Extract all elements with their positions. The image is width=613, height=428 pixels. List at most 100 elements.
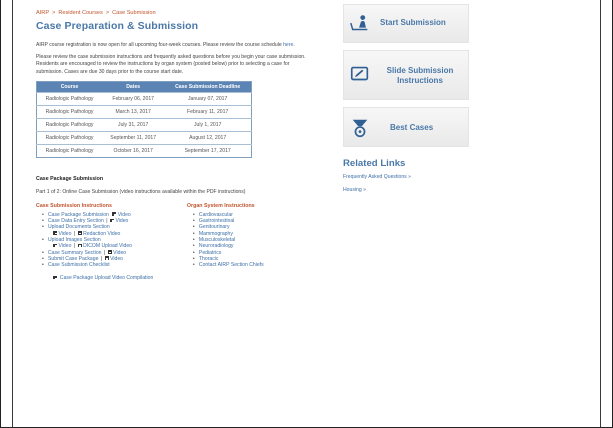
table-row: Radiologic Pathology October 16, 2017 Se… [36,143,252,158]
cell-dates: September 11, 2017 [102,130,165,145]
intro-period: . [293,42,295,48]
video-link[interactable]: Video [118,212,131,218]
best-cases-button[interactable]: Best Cases [343,107,469,147]
column-header-dates: Dates [102,81,165,93]
part-one-line: Part 1 of 2: Online Case Submission (vid… [36,188,246,195]
sidebar: Start Submission Slide Submission Instru… [343,4,469,193]
submit-case-package-link[interactable]: Submit Case Package [48,256,98,262]
schedule-table: Course Dates Case Submission Deadline Ra… [36,80,252,158]
page-frame: AIRP > Resident Courses > Case Submissio… [0,0,613,428]
organ-instructions-column: Organ System Instructions • Cardiovascula… [187,203,316,269]
instructions-paragraph: Please review the case submission instru… [36,54,306,75]
cell-course: Radiologic Pathology [36,117,103,132]
upload-images-link[interactable]: Upload Images Section [48,237,101,243]
instruction-columns: Case Submission Instructions • Case Packa… [36,203,316,269]
intro-text: AIRP course registration is now open for… [36,42,282,48]
case-instructions-heading: Case Submission Instructions [36,202,112,209]
case-instructions-column: Case Submission Instructions • Case Packa… [36,203,187,269]
cell-dates: February 06, 2017 [102,91,165,106]
cardiovascular-link[interactable]: Cardiovascular [199,212,233,218]
case-package-heading: Case Package Submission [36,175,104,182]
case-instructions-list: • Case Package Submission Video • Case Dat… [36,212,187,269]
video-icon [107,250,112,254]
video-compilation-row: Case Package Upload Video Compilation [53,275,316,281]
award-ribbon-icon [352,119,368,138]
cell-course: Radiologic Pathology [36,91,103,106]
neuroradiology-link[interactable]: Neuroradiology [199,243,234,249]
case-data-entry-link[interactable]: Case Data Entry Section [48,218,104,224]
video-icon [104,256,109,260]
cell-deadline: July 1, 2017 [164,117,252,132]
breadcrumb: AIRP > Resident Courses > Case Submissio… [36,10,316,16]
upload-documents-link[interactable]: Upload Documents Section [48,224,110,230]
case-submission-checklist-link[interactable]: Case Submission Checklist [48,262,110,268]
cell-course: Radiologic Pathology [36,130,103,145]
video-icon [77,231,82,235]
left-border-line [12,0,13,427]
schedule-here-link[interactable]: here [283,42,293,48]
contact-section-chiefs-link[interactable]: Contact AIRP Section Chiefs [199,262,264,268]
start-submission-label: Start Submission [380,18,446,27]
main-content: AIRP > Resident Courses > Case Submissio… [36,10,316,281]
cell-dates: October 16, 2017 [102,143,165,158]
cell-deadline: January 07, 2017 [164,91,252,106]
video-icon [77,243,82,248]
video-icon [53,243,57,248]
video-link[interactable]: Video [115,218,128,224]
thoracic-link[interactable]: Thoracic [199,256,219,262]
cell-deadline: September 17, 2017 [164,143,252,158]
breadcrumb-separator: > [105,10,110,16]
video-compilation-link[interactable]: Case Package Upload Video Compilation [60,275,153,281]
cell-course: Radiologic Pathology [36,143,103,158]
case-summary-link[interactable]: Case Summary Section [48,250,102,256]
video-link[interactable]: Video [110,256,123,262]
best-cases-label: Best Cases [390,123,434,132]
person-desk-icon [350,15,368,31]
genitourinary-link[interactable]: Genitourinary [199,224,230,230]
cell-dates: July 31, 2017 [102,117,165,132]
right-border-line [600,0,601,427]
video-icon [112,212,117,216]
video-link[interactable]: Video [59,243,72,249]
intro-paragraph: AIRP course registration is now open for… [36,42,316,49]
musculoskeletal-link[interactable]: Musculoskeletal [199,237,235,243]
start-submission-button[interactable]: Start Submission [343,4,469,43]
cell-dates: March 13, 2017 [102,104,165,119]
cell-deadline: August 12, 2017 [164,130,252,145]
redaction-video-link[interactable]: Redaction Video [83,231,120,237]
organ-instructions-list: • Cardiovascular • Gastrointestinal • Genit… [187,212,316,269]
list-item: • Case Submission Checklist [42,262,110,269]
breadcrumb-separator: > [52,10,56,16]
case-package-submission-link[interactable]: Case Package Submission [48,212,109,218]
table-row: Radiologic Pathology July 31, 2017 July … [36,117,252,132]
video-icon [53,275,57,280]
list-item: • Contact AIRP Section Chiefs [192,262,264,269]
mammography-link[interactable]: Mammography [199,231,233,237]
column-header-deadline: Case Submission Deadline [164,81,252,93]
cell-course: Radiologic Pathology [36,104,103,119]
housing-link[interactable]: Housing » [343,187,469,193]
pediatrics-link[interactable]: Pediatrics [199,250,221,256]
video-icon [53,231,57,235]
dicom-upload-video-link[interactable]: DICOM Upload Video [83,243,132,249]
video-link[interactable]: Video [113,250,126,256]
faq-link[interactable]: Frequently Asked Questions » [343,174,469,180]
breadcrumb-airp[interactable]: AIRP [36,10,49,16]
breadcrumb-resident-courses[interactable]: Resident Courses [58,10,102,16]
organ-instructions-heading: Organ System Instructions [186,202,255,209]
video-link[interactable]: Video [59,231,72,237]
video-icon [109,218,114,223]
edit-screen-icon [350,66,369,81]
table-header-row: Course Dates Case Submission Deadline [36,81,252,93]
breadcrumb-case-submission: Case Submission [112,10,156,16]
slide-submission-label: Slide Submission Instructions [386,66,454,85]
column-header-course: Course [36,81,103,93]
page-title: Case Preparation & Submission [36,20,199,32]
cell-deadline: February 11, 2017 [164,104,252,119]
gastrointestinal-link[interactable]: Gastrointestinal [199,218,234,224]
table-row: Radiologic Pathology February 06, 2017 J… [36,91,252,106]
table-row: Radiologic Pathology March 13, 2017 Febr… [36,104,252,119]
slide-submission-button[interactable]: Slide Submission Instructions [343,50,469,100]
related-links-title: Related Links [343,158,406,169]
table-row: Radiologic Pathology September 11, 2017 … [36,130,252,145]
